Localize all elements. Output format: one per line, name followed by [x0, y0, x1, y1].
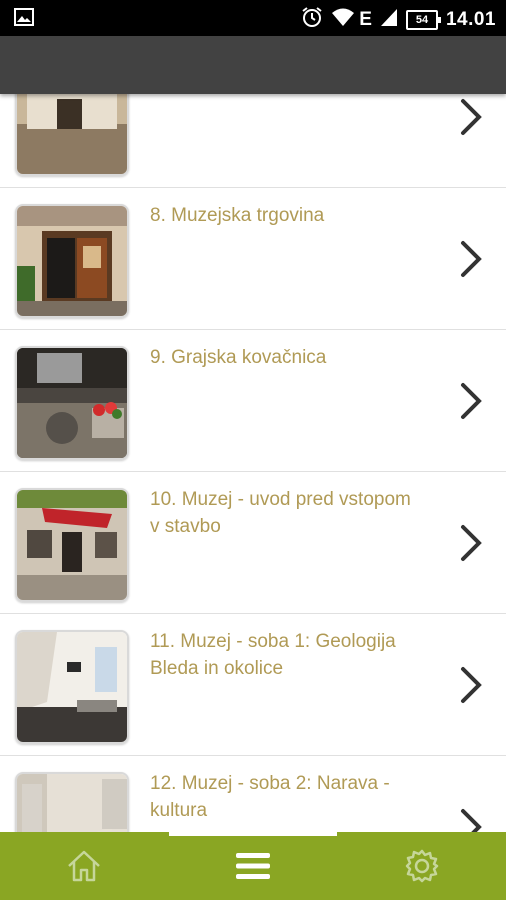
status-time: 14.01	[445, 8, 496, 30]
alarm-icon	[301, 6, 323, 33]
home-icon	[68, 850, 100, 882]
nav-home-button[interactable]	[0, 832, 168, 900]
stop-list: 8. Muzejska trgovina 9. Grajska kovačnic…	[0, 94, 506, 832]
shop-door-thumbnail	[15, 204, 129, 318]
battery-icon: 54	[405, 9, 441, 30]
list-item-title: 9. Grajska kovačnica	[150, 347, 327, 368]
chevron-right-icon	[461, 525, 482, 561]
chevron-right-icon	[461, 809, 482, 832]
list-item-title: 8. Muzejska trgovina	[150, 205, 325, 226]
status-bar: E 54 14.01	[0, 0, 506, 36]
battery-level: 54	[415, 13, 429, 26]
courtyard-thumbnail	[15, 94, 129, 176]
list-item[interactable]: 9. Grajska kovačnica	[0, 330, 506, 472]
list-item[interactable]: 10. Muzej - uvod pred vstopom v stavbo	[0, 472, 506, 614]
list-item[interactable]: 11. Muzej - soba 1: Geologija Bleda in o…	[0, 614, 506, 756]
network-type-label: E	[359, 8, 372, 30]
gear-icon	[405, 849, 439, 883]
chevron-right-icon	[461, 241, 482, 277]
list-item[interactable]	[0, 94, 506, 188]
signal-icon	[380, 7, 398, 32]
image-notification-icon	[14, 8, 34, 31]
chevron-right-icon	[461, 667, 482, 703]
museum-room-thumbnail	[15, 630, 129, 744]
list-item[interactable]: 8. Muzejska trgovina	[0, 188, 506, 330]
museum-entrance-thumbnail	[15, 488, 129, 602]
list-item-title: 11. Muzej - soba 1: Geologija Bleda in o…	[150, 631, 396, 679]
wifi-icon	[331, 7, 355, 32]
chevron-right-icon	[461, 99, 482, 135]
list-viewport[interactable]: 8. Muzejska trgovina 9. Grajska kovačnic…	[0, 94, 506, 832]
list-item-title: 10. Muzej - uvod pred vstopom v stavbo	[150, 489, 411, 537]
list-item[interactable]: 12. Muzej - soba 2: Narava - kultura	[0, 756, 506, 832]
bottom-navigation	[0, 832, 506, 900]
menu-icon	[236, 853, 270, 879]
nav-menu-button[interactable]	[169, 832, 337, 900]
app-bar	[0, 36, 506, 94]
forge-thumbnail	[15, 346, 129, 460]
list-item-title: 12. Muzej - soba 2: Narava - kultura	[150, 773, 390, 821]
chevron-right-icon	[461, 383, 482, 419]
museum-exhibit-thumbnail	[15, 772, 129, 832]
nav-settings-button[interactable]	[338, 832, 506, 900]
